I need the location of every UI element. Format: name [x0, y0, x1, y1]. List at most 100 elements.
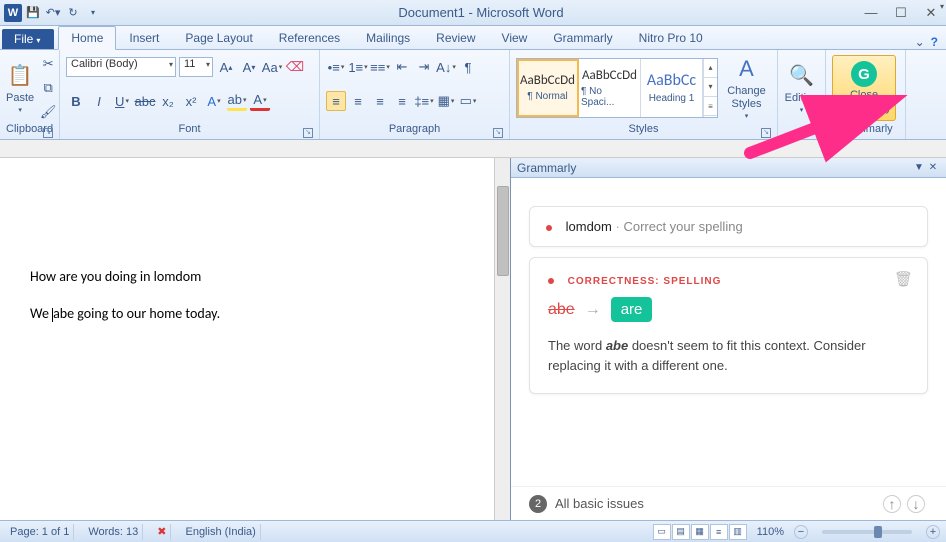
- tab-view[interactable]: View: [489, 26, 541, 49]
- editing-button[interactable]: 🔍 Editing ▾: [784, 55, 819, 121]
- group-paragraph: •≡ 1≡ ≡≡ ⇤ ⇥ A↓ ¶ ≡ ≡ ≡ ≡ ‡≡ ▦ ▭ Paragra…: [320, 50, 510, 139]
- superscript-icon[interactable]: x²: [181, 91, 201, 111]
- change-styles-button[interactable]: A Change Styles ▾: [722, 55, 771, 121]
- paste-button[interactable]: 📋 Paste ▾: [6, 55, 34, 121]
- tab-nitro[interactable]: Nitro Pro 10: [626, 26, 716, 49]
- font-dialog-launcher[interactable]: ↘: [303, 128, 313, 138]
- strikethrough-icon[interactable]: abc: [135, 91, 155, 111]
- view-full-screen-icon[interactable]: ▤: [672, 524, 690, 540]
- save-icon[interactable]: 💾: [24, 4, 42, 22]
- paragraph-dialog-launcher[interactable]: ↘: [493, 128, 503, 138]
- grow-font-icon[interactable]: A▴: [216, 57, 236, 77]
- underline-icon[interactable]: U: [112, 91, 132, 111]
- close-grammarly-button[interactable]: G Close Grammarly: [832, 55, 896, 121]
- minimize-ribbon-icon[interactable]: ⌄: [915, 35, 925, 49]
- doc-line-2[interactable]: We abe going to our home today.: [30, 305, 464, 322]
- highlight-icon[interactable]: ab: [227, 91, 247, 111]
- line-spacing-icon[interactable]: ‡≡: [414, 91, 434, 111]
- clear-formatting-icon[interactable]: ⌫: [285, 57, 305, 77]
- borders-icon[interactable]: ▭: [458, 91, 478, 111]
- tab-review[interactable]: Review: [423, 26, 488, 49]
- increase-indent-icon[interactable]: ⇥: [414, 57, 434, 77]
- align-center-icon[interactable]: ≡: [348, 91, 368, 111]
- scrollbar-thumb[interactable]: [497, 186, 509, 276]
- change-case-icon[interactable]: Aa: [262, 57, 282, 77]
- tab-insert[interactable]: Insert: [116, 26, 172, 49]
- issue-count-badge[interactable]: 2: [529, 495, 547, 513]
- styles-gallery-more[interactable]: ▴▾≡: [703, 59, 717, 117]
- clipboard-dialog-launcher[interactable]: ↘: [43, 128, 53, 138]
- view-buttons: ▭ ▤ ▦ ≡ ▥: [653, 524, 747, 540]
- multilevel-list-icon[interactable]: ≡≡: [370, 57, 390, 77]
- status-proofing[interactable]: ✖: [153, 524, 171, 540]
- help-icon[interactable]: ?: [931, 35, 938, 49]
- show-marks-icon[interactable]: ¶: [458, 57, 478, 77]
- doc-line-1[interactable]: How are you doing in lomdom: [30, 268, 464, 285]
- view-print-layout-icon[interactable]: ▭: [653, 524, 671, 540]
- style-preview: AaBbCcDd: [520, 73, 575, 88]
- styles-dialog-launcher[interactable]: ↘: [761, 128, 771, 138]
- group-grammarly: G Close Grammarly Grammarly: [826, 50, 906, 139]
- align-left-icon[interactable]: ≡: [326, 91, 346, 111]
- subscript-icon[interactable]: x₂: [158, 91, 178, 111]
- font-name-selector[interactable]: Calibri (Body): [66, 57, 176, 77]
- view-outline-icon[interactable]: ≡: [710, 524, 728, 540]
- font-color-icon[interactable]: A: [250, 91, 270, 111]
- shrink-font-icon[interactable]: A▾: [239, 57, 259, 77]
- decrease-indent-icon[interactable]: ⇤: [392, 57, 412, 77]
- pane-dropdown-icon[interactable]: ▼: [912, 162, 926, 173]
- grammarly-group-label: Grammarly: [838, 123, 892, 135]
- zoom-slider-thumb[interactable]: [874, 526, 882, 538]
- dismiss-suggestion-icon[interactable]: 🗑: [894, 270, 913, 288]
- zoom-percent[interactable]: 110%: [757, 526, 784, 538]
- status-language[interactable]: English (India): [181, 524, 260, 540]
- style-heading1[interactable]: AaBbCc Heading 1: [641, 59, 703, 117]
- format-painter-icon[interactable]: 🖌: [38, 102, 58, 122]
- cut-icon[interactable]: ✂: [38, 54, 58, 74]
- sort-icon[interactable]: A↓: [436, 57, 456, 77]
- view-web-layout-icon[interactable]: ▦: [691, 524, 709, 540]
- numbering-icon[interactable]: 1≡: [348, 57, 368, 77]
- undo-icon[interactable]: ↶▾: [44, 4, 62, 22]
- next-issue-icon[interactable]: ↓: [907, 495, 925, 513]
- maximize-button[interactable]: ☐: [886, 2, 916, 24]
- word-logo-icon[interactable]: W: [4, 4, 22, 22]
- tab-mailings[interactable]: Mailings: [353, 26, 423, 49]
- justify-icon[interactable]: ≡: [392, 91, 412, 111]
- grammarly-pane-header[interactable]: Grammarly ▼ ✕: [511, 158, 946, 178]
- tab-references[interactable]: References: [266, 26, 353, 49]
- minimize-button[interactable]: —: [856, 2, 886, 24]
- style-normal[interactable]: AaBbCcDd ¶ Normal: [517, 59, 579, 117]
- bold-icon[interactable]: B: [66, 91, 86, 111]
- view-draft-icon[interactable]: ▥: [729, 524, 747, 540]
- vertical-scrollbar[interactable]: [494, 158, 510, 520]
- status-page[interactable]: Page: 1 of 1: [6, 524, 74, 540]
- suggestion-card-expanded[interactable]: CORRECTNESS: SPELLING 🗑 abe → are The wo…: [529, 257, 928, 394]
- document-pane[interactable]: How are you doing in lomdom We abe going…: [0, 158, 510, 520]
- zoom-slider[interactable]: [822, 530, 912, 534]
- style-no-spacing[interactable]: AaBbCcDd ¶ No Spaci...: [579, 59, 641, 117]
- text-effects-icon[interactable]: A: [204, 91, 224, 111]
- copy-icon[interactable]: ⧉: [38, 78, 58, 98]
- zoom-out-icon[interactable]: −: [794, 525, 808, 539]
- suggestion-card-collapsed[interactable]: lomdom · Correct your spelling: [529, 206, 928, 247]
- tab-grammarly[interactable]: Grammarly: [540, 26, 625, 49]
- tab-file[interactable]: File: [2, 29, 54, 49]
- correct-word-button[interactable]: are: [611, 297, 653, 322]
- italic-icon[interactable]: I: [89, 91, 109, 111]
- align-right-icon[interactable]: ≡: [370, 91, 390, 111]
- status-words[interactable]: Words: 13: [84, 524, 143, 540]
- pane-close-icon[interactable]: ✕: [926, 162, 940, 173]
- font-size-selector[interactable]: 11: [179, 57, 213, 77]
- tab-page-layout[interactable]: Page Layout: [172, 26, 265, 49]
- qat-customize-icon[interactable]: ▾: [84, 4, 102, 22]
- ruler[interactable]: [0, 140, 946, 158]
- zoom-in-icon[interactable]: +: [926, 525, 940, 539]
- tab-home[interactable]: Home: [58, 26, 116, 50]
- redo-icon[interactable]: ↻: [64, 4, 82, 22]
- arrow-icon: →: [585, 301, 601, 319]
- bullets-icon[interactable]: •≡: [326, 57, 346, 77]
- document-page[interactable]: How are you doing in lomdom We abe going…: [0, 158, 494, 520]
- shading-icon[interactable]: ▦: [436, 91, 456, 111]
- prev-issue-icon[interactable]: ↑: [883, 495, 901, 513]
